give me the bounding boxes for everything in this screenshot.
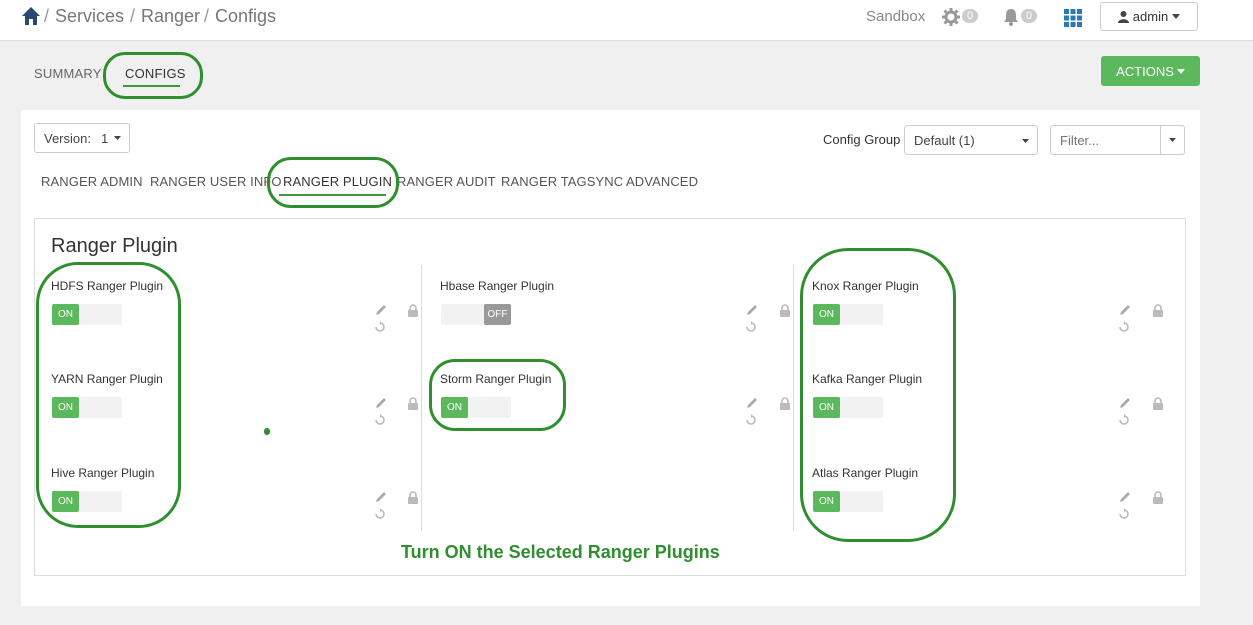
breadcrumb-configs: Configs xyxy=(215,6,277,26)
version-label: Version: xyxy=(44,130,91,146)
user-menu-button[interactable]: admin xyxy=(1100,2,1198,31)
lock-icon[interactable] xyxy=(407,304,419,322)
actions-label: ACTIONS xyxy=(1116,63,1174,79)
caret-down-icon xyxy=(1022,139,1029,143)
caret-down-icon xyxy=(1172,14,1181,19)
hbase-plugin-label: Hbase Ranger Plugin xyxy=(440,279,555,293)
home-icon[interactable] xyxy=(20,5,42,27)
caret-down-icon xyxy=(114,136,122,140)
toggle-off-label: OFF xyxy=(484,304,511,325)
column-divider xyxy=(793,265,794,531)
tab-ranger-user-info[interactable]: RANGER USER INFO xyxy=(150,174,282,189)
lock-icon[interactable] xyxy=(407,397,419,415)
lock-icon[interactable] xyxy=(779,304,791,322)
breadcrumb-separator: / xyxy=(204,6,210,26)
tab-ranger-audit[interactable]: RANGER AUDIT xyxy=(397,174,496,189)
config-panel: Version: 1 Config Group Default (1) RANG… xyxy=(21,110,1200,606)
caret-down-icon xyxy=(1176,68,1185,74)
tab-summary[interactable]: SUMMARY xyxy=(34,66,102,81)
undo-icon[interactable] xyxy=(374,507,386,525)
version-selector[interactable]: Version: 1 xyxy=(34,123,130,153)
undo-icon[interactable] xyxy=(374,320,386,338)
lock-icon[interactable] xyxy=(407,491,419,509)
highlight-circle-storm xyxy=(429,359,566,431)
breadcrumb-separator: / xyxy=(44,6,50,26)
config-group-value: Default (1) xyxy=(914,133,975,148)
filter-input[interactable] xyxy=(1051,126,1162,154)
tab-advanced[interactable]: ADVANCED xyxy=(626,174,698,189)
highlight-circle-configs xyxy=(103,52,203,99)
lock-icon[interactable] xyxy=(1152,397,1164,415)
annotation-text: Turn ON the Selected Ranger Plugins xyxy=(401,542,720,562)
undo-icon[interactable] xyxy=(1118,413,1130,431)
alerts-count-badge: 0 xyxy=(1021,9,1038,23)
tab-ranger-admin[interactable]: RANGER ADMIN xyxy=(41,174,143,189)
highlight-circle-column-1 xyxy=(36,262,181,528)
undo-icon[interactable] xyxy=(745,320,757,338)
undo-icon[interactable] xyxy=(374,413,386,431)
undo-icon[interactable] xyxy=(745,413,757,431)
breadcrumb-services[interactable]: Services xyxy=(55,6,124,27)
breadcrumb-ranger[interactable]: Ranger xyxy=(141,6,200,27)
bell-icon xyxy=(1004,9,1018,26)
config-group-label: Config Group xyxy=(823,132,901,147)
filter-dropdown-toggle[interactable] xyxy=(1160,126,1184,154)
user-icon xyxy=(1117,10,1129,23)
caret-down-icon xyxy=(1169,138,1176,142)
ops-count-badge: 0 xyxy=(962,9,979,23)
lock-icon[interactable] xyxy=(1152,304,1164,322)
gear-icon xyxy=(942,8,960,26)
undo-icon[interactable] xyxy=(1118,320,1130,338)
undo-icon[interactable] xyxy=(1118,507,1130,525)
tab-ranger-tagsync[interactable]: RANGER TAGSYNC xyxy=(501,174,623,189)
alerts-button[interactable]: 0 xyxy=(1003,7,1038,26)
highlight-circle-column-3 xyxy=(800,248,956,542)
hbase-plugin-toggle[interactable]: OFF xyxy=(441,304,511,325)
user-name: admin xyxy=(1132,9,1169,24)
filter-control xyxy=(1050,125,1185,155)
annotation-dot xyxy=(264,428,270,435)
top-navbar: / Services / Ranger / Configs Sandbox 0 … xyxy=(0,0,1253,41)
cluster-name: Sandbox xyxy=(866,8,926,25)
background-ops-button[interactable]: 0 xyxy=(942,7,979,26)
lock-icon[interactable] xyxy=(779,397,791,415)
config-group-select[interactable]: Default (1) xyxy=(904,125,1038,155)
breadcrumb-separator: / xyxy=(130,6,136,26)
actions-button[interactable]: ACTIONS xyxy=(1101,56,1200,86)
apps-grid-icon[interactable] xyxy=(1064,9,1082,27)
ranger-plugin-section: Ranger Plugin HDFS Ranger Plugin ON YARN… xyxy=(34,218,1186,576)
version-value: 1 xyxy=(100,130,109,146)
column-divider xyxy=(421,265,422,531)
highlight-circle-ranger-plugin xyxy=(267,157,399,208)
section-title: Ranger Plugin xyxy=(51,235,178,257)
lock-icon[interactable] xyxy=(1152,491,1164,509)
